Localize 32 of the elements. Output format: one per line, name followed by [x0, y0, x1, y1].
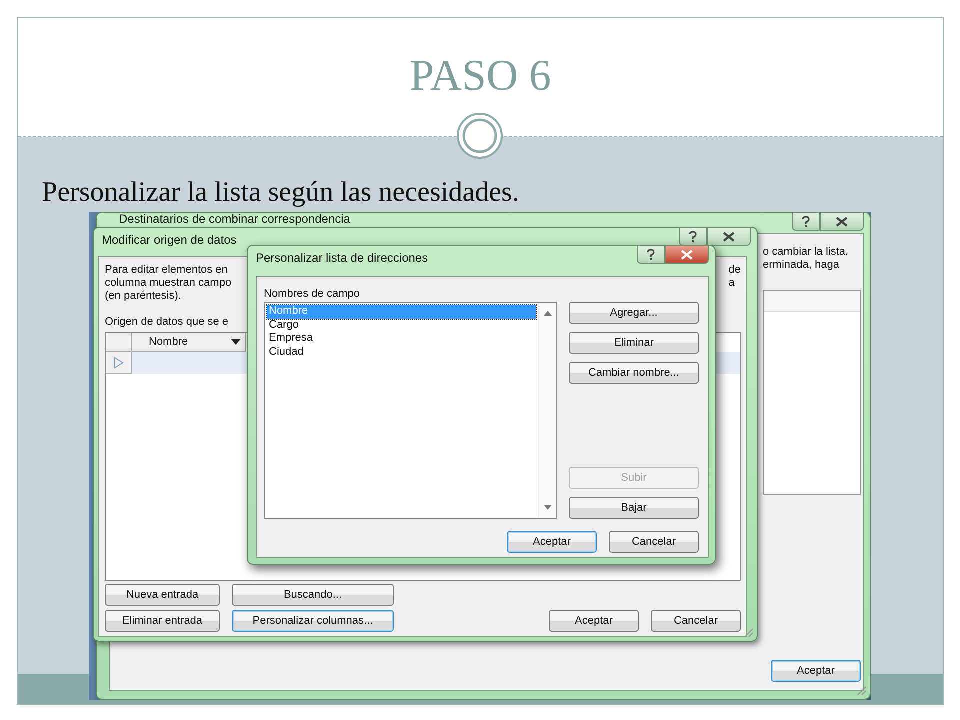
- list-item[interactable]: Empresa: [267, 332, 536, 346]
- list-label: Nombres de campo: [264, 288, 361, 301]
- button[interactable]: Cambiar nombre...: [569, 362, 699, 384]
- slide-subtitle: Personalizar la lista según las necesidades.: [42, 177, 520, 209]
- column-label: Nombre: [149, 336, 188, 348]
- slide-title: PASO 6: [410, 51, 552, 101]
- text-line: erminada, haga: [763, 259, 840, 272]
- column-header[interactable]: Nombre: [132, 333, 246, 352]
- button[interactable]: Aceptar: [507, 531, 597, 553]
- dialog-title: Modificar origen de datos: [102, 233, 237, 247]
- button[interactable]: Buscando...: [232, 584, 394, 606]
- text-line: columna muestran campo: [105, 277, 232, 290]
- text-fragment: de: [728, 264, 741, 277]
- text-fragment: a: [728, 277, 736, 290]
- button[interactable]: Eliminar: [569, 332, 699, 354]
- list-item[interactable]: Cargo: [267, 318, 536, 332]
- button[interactable]: Cancelar: [651, 610, 741, 632]
- text-line: o cambiar la lista.: [763, 246, 849, 259]
- button[interactable]: Bajar: [569, 497, 699, 519]
- button[interactable]: Aceptar: [771, 660, 861, 682]
- text-line: (en paréntesis).: [105, 290, 182, 303]
- button[interactable]: Personalizar columnas...: [232, 610, 394, 632]
- button[interactable]: Eliminar entrada: [105, 610, 220, 632]
- list-item[interactable]: Ciudad: [267, 346, 536, 359]
- list-label: Origen de datos que se e: [105, 316, 229, 329]
- button[interactable]: Agregar...: [569, 302, 699, 324]
- button[interactable]: Aceptar: [549, 610, 639, 632]
- window-title: Destinatarios de combinar correspondencia: [119, 212, 350, 226]
- button[interactable]: Cancelar: [609, 531, 699, 553]
- button[interactable]: Nueva entrada: [105, 584, 220, 606]
- dialog-title: Personalizar lista de direcciones: [256, 251, 428, 265]
- text-line: Para editar elementos en: [105, 264, 228, 277]
